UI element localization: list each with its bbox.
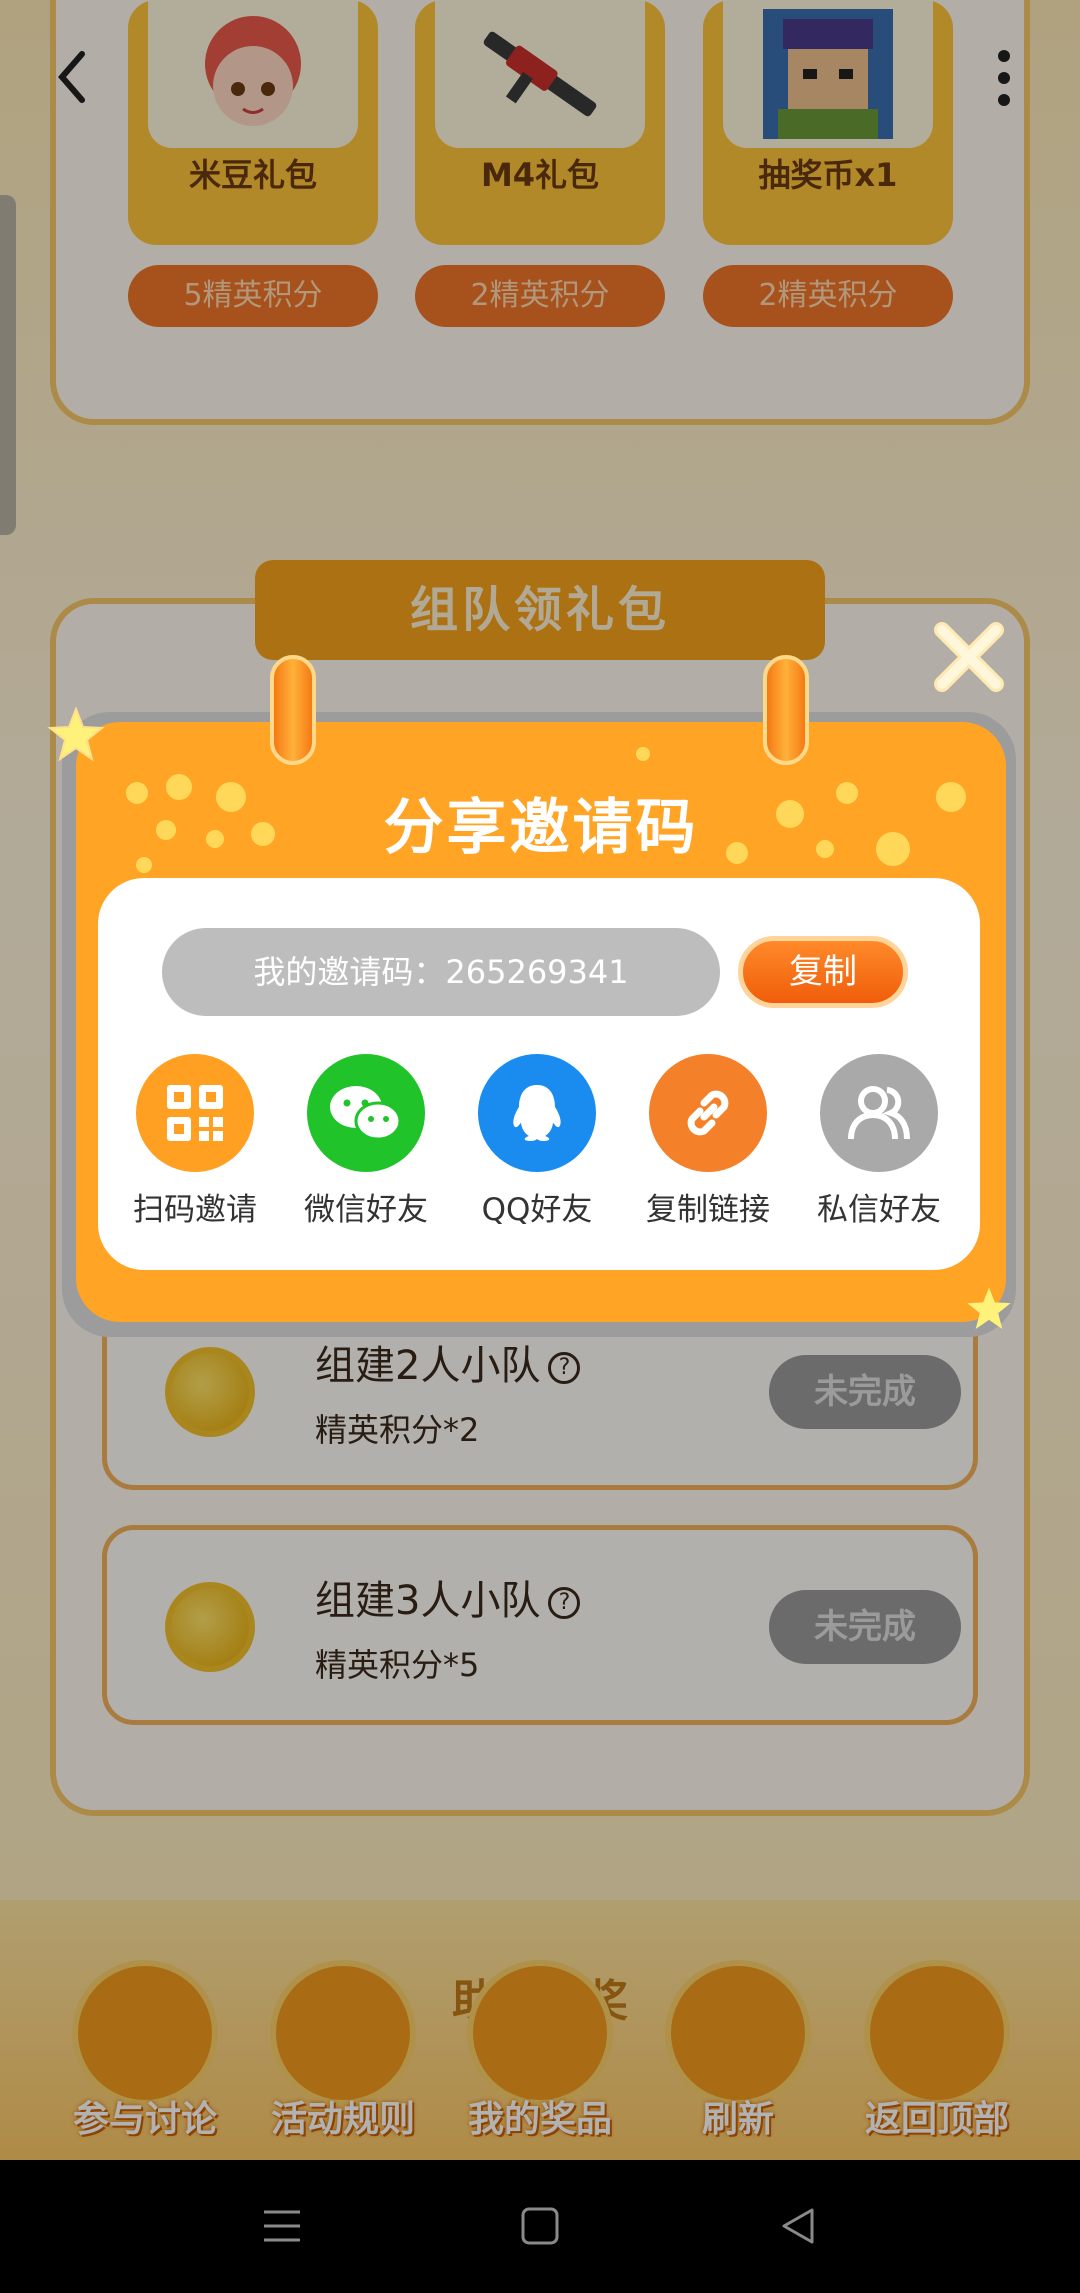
invite-code-display: 我的邀请码：265269341 xyxy=(162,928,720,1016)
star-decoration-icon xyxy=(964,1284,1014,1334)
wechat-icon xyxy=(307,1054,425,1172)
close-icon[interactable] xyxy=(930,618,1008,696)
system-navigation-bar xyxy=(0,2160,1080,2293)
menu-icon[interactable] xyxy=(262,2206,302,2246)
share-copy-link[interactable]: 复制链接 xyxy=(633,1054,783,1244)
qq-icon xyxy=(478,1054,596,1172)
share-qr-invite[interactable]: 扫码邀请 xyxy=(120,1054,270,1244)
modal-hanger-right xyxy=(763,655,809,765)
share-modal: 分享邀请码 我的邀请码：265269341 复制 扫码邀请 微信好友 QQ好友 xyxy=(76,722,1006,1322)
share-label: 私信好友 xyxy=(817,1192,941,1228)
star-decoration-icon xyxy=(46,705,106,765)
modal-content: 我的邀请码：265269341 复制 扫码邀请 微信好友 QQ好友 复制链接 私… xyxy=(98,878,980,1270)
share-wechat[interactable]: 微信好友 xyxy=(291,1054,441,1244)
home-icon[interactable] xyxy=(520,2206,560,2246)
share-label: 复制链接 xyxy=(646,1192,770,1228)
share-qq[interactable]: QQ好友 xyxy=(462,1054,612,1244)
modal-title: 分享邀请码 xyxy=(383,793,699,863)
back-nav-icon[interactable] xyxy=(778,2206,818,2246)
qr-code-icon xyxy=(136,1054,254,1172)
share-private-message[interactable]: 私信好友 xyxy=(804,1054,954,1244)
share-label: QQ好友 xyxy=(481,1192,593,1228)
share-label: 扫码邀请 xyxy=(133,1192,257,1228)
copy-button[interactable]: 复制 xyxy=(738,936,908,1008)
modal-hanger-left xyxy=(270,655,316,765)
link-icon xyxy=(649,1054,767,1172)
contacts-icon xyxy=(820,1054,938,1172)
share-label: 微信好友 xyxy=(304,1192,428,1228)
